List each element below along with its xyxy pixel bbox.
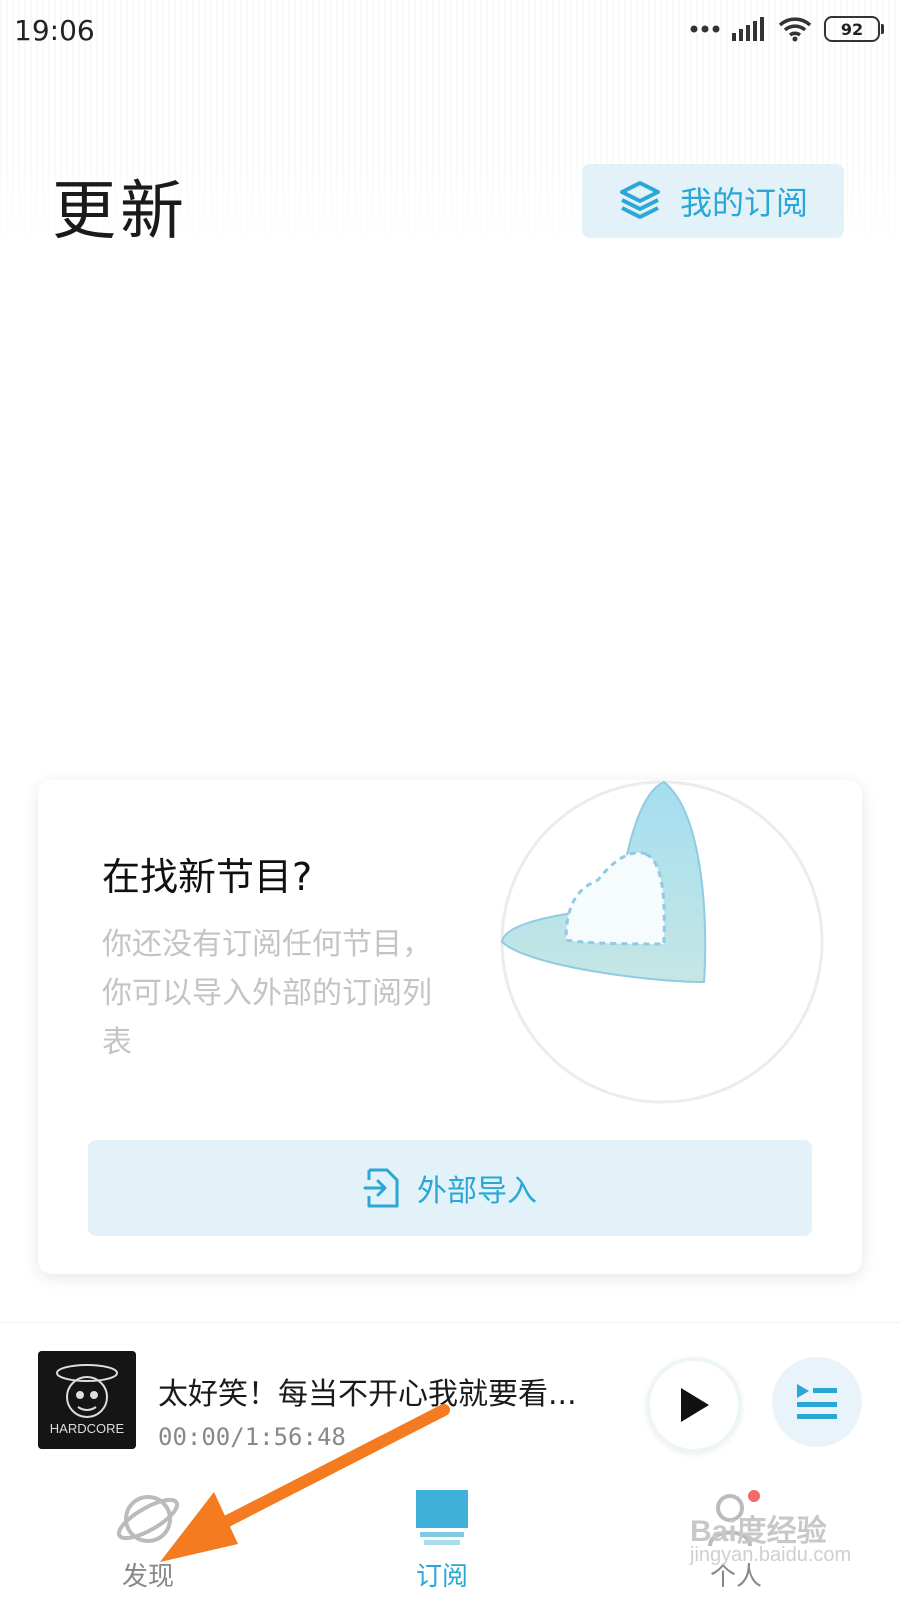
cover-text: HARDCORE	[50, 1421, 125, 1436]
signal-icon	[732, 17, 764, 41]
tab-discover-label: 发现	[121, 1562, 174, 1592]
import-icon	[363, 1168, 399, 1208]
cover-art-icon: HARDCORE	[38, 1351, 136, 1449]
layers-icon	[619, 181, 660, 219]
tab-subscribe[interactable]: 订阅	[362, 1472, 522, 1600]
status-bar: 19:06 92	[0, 0, 900, 70]
tab-discover[interactable]: 发现	[68, 1472, 228, 1600]
wifi-icon	[778, 17, 812, 42]
status-icons: 92	[690, 16, 884, 42]
empty-state-description: 你还没有订阅任何节目，你可以导入外部的订阅列表	[102, 927, 432, 1060]
page-title: 更新	[52, 175, 188, 249]
playback-time: 00:00/1:56:48	[158, 1423, 346, 1451]
subscribe-icon	[416, 1490, 468, 1545]
my-subscriptions-label: 我的订阅	[679, 184, 808, 222]
play-icon	[681, 1388, 709, 1422]
mini-player[interactable]: HARDCORE 太好笑！每当不开心我就要看... 00:00/1:56:48	[0, 1322, 900, 1473]
album-cover[interactable]: HARDCORE	[38, 1351, 136, 1449]
playlist-button[interactable]	[772, 1357, 862, 1447]
external-import-label: 外部导入	[417, 1174, 537, 1209]
play-button[interactable]	[646, 1357, 742, 1453]
sphere-illustration	[500, 780, 824, 1104]
tab-subscribe-label: 订阅	[415, 1562, 468, 1592]
notification-dot	[748, 1490, 760, 1502]
baidu-watermark-url: jingyan.baidu.com	[690, 1544, 852, 1566]
my-subscriptions-button[interactable]: 我的订阅	[582, 164, 844, 238]
playlist-icon	[797, 1384, 837, 1419]
planet-icon	[116, 1495, 180, 1543]
episode-title: 太好笑！每当不开心我就要看...	[158, 1377, 577, 1412]
empty-state-card: 在找新节目? 你还没有订阅任何节目，你可以导入外部的订阅列表 外部导入	[38, 780, 862, 1274]
external-import-button[interactable]: 外部导入	[88, 1140, 812, 1236]
empty-state-title: 在找新节目?	[102, 855, 313, 899]
status-time: 19:06	[14, 14, 95, 47]
battery-icon: 92	[824, 16, 884, 42]
dots-icon	[690, 25, 720, 33]
battery-level: 92	[840, 19, 864, 39]
